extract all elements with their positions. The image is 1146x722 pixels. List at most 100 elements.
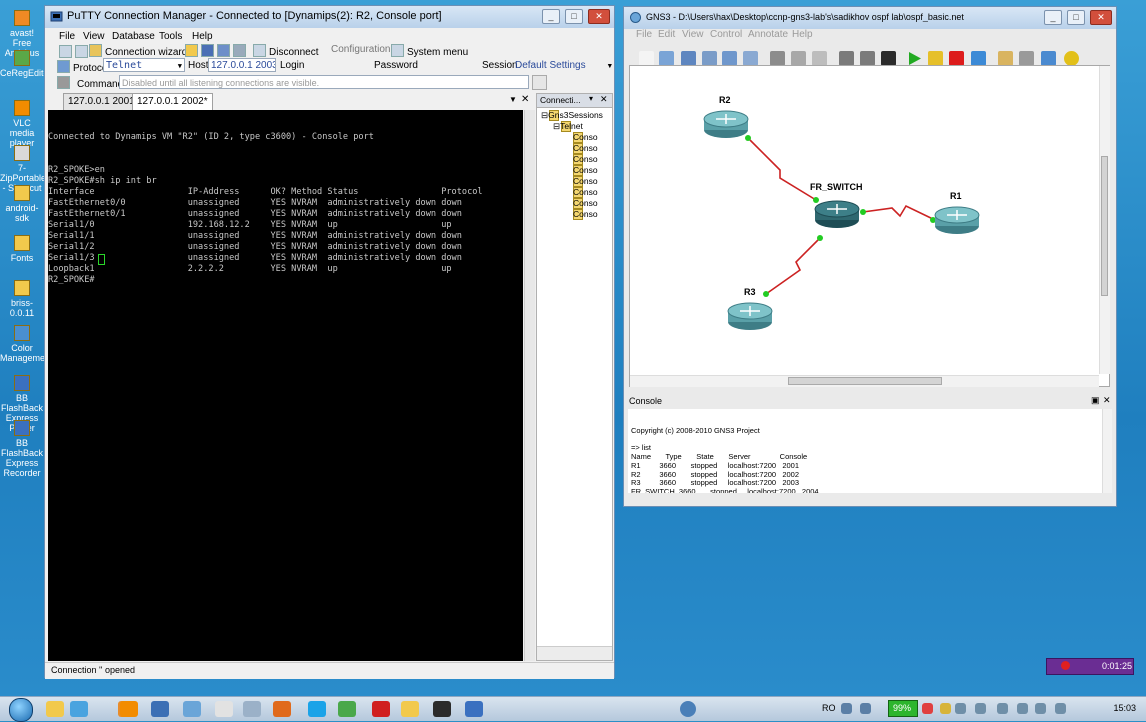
menu-edit[interactable]: Edit [658,29,675,40]
router-icon[interactable] [933,202,981,236]
menu-view[interactable]: View [83,31,105,42]
session-select[interactable]: Default Settings ▼ [515,60,613,71]
skype-icon[interactable] [308,701,326,717]
start-icon[interactable] [907,51,922,66]
connection-wizard-button[interactable]: Connection wizard... [89,44,196,58]
display-icon[interactable] [975,703,986,714]
export-icon[interactable] [233,44,246,57]
usb-icon[interactable] [955,703,966,714]
putty-titlebar[interactable]: PuTTY Connection Manager - Connected to … [45,6,614,28]
ie-icon[interactable] [70,701,88,717]
speaker-icon[interactable] [1017,703,1028,714]
terminal-icon[interactable] [881,51,896,66]
menu-tools[interactable]: Tools [159,31,182,42]
battery-indicator[interactable]: 99% [888,700,918,717]
send-command-button[interactable] [532,75,547,90]
language-indicator[interactable]: RO [822,703,836,713]
console-output[interactable]: Copyright (c) 2008-2010 GNS3 Project => l… [628,409,1105,493]
note-icon[interactable] [998,51,1013,66]
clock[interactable]: 15:03 [1113,703,1136,713]
menu-database[interactable]: Database [112,31,155,42]
desktop-icon[interactable]: VLC media player [0,100,44,148]
panel-close-icon[interactable]: ✕ [600,94,608,105]
console-close-icon[interactable]: ✕ [1103,395,1111,406]
minimize-button[interactable]: _ [1044,10,1062,25]
save-icon[interactable] [681,51,696,66]
menu-view[interactable]: View [682,29,704,40]
cmd-icon[interactable] [433,701,451,717]
ellipse-icon[interactable] [1064,51,1079,66]
dial-icon[interactable] [839,51,854,66]
monitor-icon[interactable] [997,703,1008,714]
firefox-icon[interactable] [273,701,291,717]
flashback-icon[interactable] [465,701,483,717]
chat-icon[interactable] [338,701,356,717]
open-folder-icon[interactable] [185,44,198,57]
tree-folder[interactable]: ⊟ Telnet [553,121,583,132]
canvas-hscrollbar[interactable] [630,375,1099,387]
menu-file[interactable]: File [636,29,652,40]
protocol-select[interactable]: Telnet ▼ [103,58,185,72]
tree-root[interactable]: ⊟ Gns3Sessions [541,110,603,121]
host-input[interactable]: 127.0.0.1 2003 [208,58,276,72]
pause-icon[interactable] [928,51,943,66]
canvas-vscrollbar[interactable] [1099,66,1110,374]
desktop-icon[interactable]: CeRegEditor [0,50,52,78]
terminal-scrollbar[interactable] [524,110,535,661]
security-icon[interactable] [922,703,933,714]
menu-file[interactable]: File [59,31,75,42]
tabs-dropdown-icon[interactable]: ▼ [509,95,517,104]
desktop-icon[interactable]: BB FlashBack Express Recorder [0,420,44,478]
show-hidden-icons-icon[interactable] [680,701,696,717]
capture-icon[interactable] [1019,51,1034,66]
save-as-icon[interactable] [702,51,717,66]
folder-task-icon[interactable] [401,701,419,717]
menu-annotate[interactable]: Annotate [748,29,788,40]
notepad-icon[interactable] [215,701,233,717]
network-icon[interactable] [841,703,852,714]
volume-icon[interactable] [860,703,871,714]
select-icon[interactable] [791,51,806,66]
scroll-thumb[interactable] [1101,156,1108,296]
router-icon[interactable] [702,106,750,140]
router-icon[interactable] [726,298,774,332]
hand-icon[interactable] [812,51,827,66]
topology-icon[interactable] [770,51,785,66]
calc-icon[interactable] [243,701,261,717]
putty-task-icon[interactable] [151,701,169,717]
desktop-icon[interactable]: Color Management [0,325,53,363]
open-icon[interactable] [659,51,674,66]
menu-control[interactable]: Control [710,29,742,40]
command-input[interactable]: Disabled until all listening connections… [119,75,529,89]
close-button[interactable]: ✕ [588,9,610,24]
console-scrollbar[interactable] [1102,409,1112,493]
menu-help[interactable]: Help [792,29,813,40]
rectangle-icon[interactable] [1041,51,1056,66]
switch-icon[interactable] [813,196,861,230]
configuration-button[interactable]: Configuration [331,44,390,55]
import-icon[interactable] [722,51,737,66]
start-button[interactable] [9,698,33,722]
topology-canvas[interactable]: R2 FR_SWITCH R1 R3 [629,65,1110,387]
tools-icon[interactable] [860,51,875,66]
close-button[interactable]: ✕ [1090,10,1112,25]
desktop-icon[interactable]: Fonts [0,235,44,263]
action-center-icon[interactable] [940,703,951,714]
desktop-icon[interactable]: android-sdk [0,185,44,223]
list-icon[interactable] [75,45,88,58]
tab-session-2002[interactable]: 127.0.0.1 2002* [132,93,213,110]
recorder-toolbar[interactable]: 0:01:25 [1046,658,1134,675]
maximize-button[interactable]: □ [1067,10,1085,25]
disconnect-button[interactable]: Disconnect [253,44,318,58]
export-icon[interactable] [743,51,758,66]
system-menu-button[interactable]: System menu [391,44,468,58]
minimize-button[interactable]: _ [542,9,560,24]
scroll-thumb[interactable] [788,377,942,385]
new-icon[interactable] [639,51,654,66]
grid-icon[interactable] [59,45,72,58]
stop-icon[interactable] [949,51,964,66]
save-all-icon[interactable] [217,44,230,57]
reload-icon[interactable] [971,51,986,66]
panel-hscrollbar[interactable] [537,646,612,660]
terminal-output[interactable]: Connected to Dynamips VM "R2" (ID 2, typ… [48,110,523,661]
